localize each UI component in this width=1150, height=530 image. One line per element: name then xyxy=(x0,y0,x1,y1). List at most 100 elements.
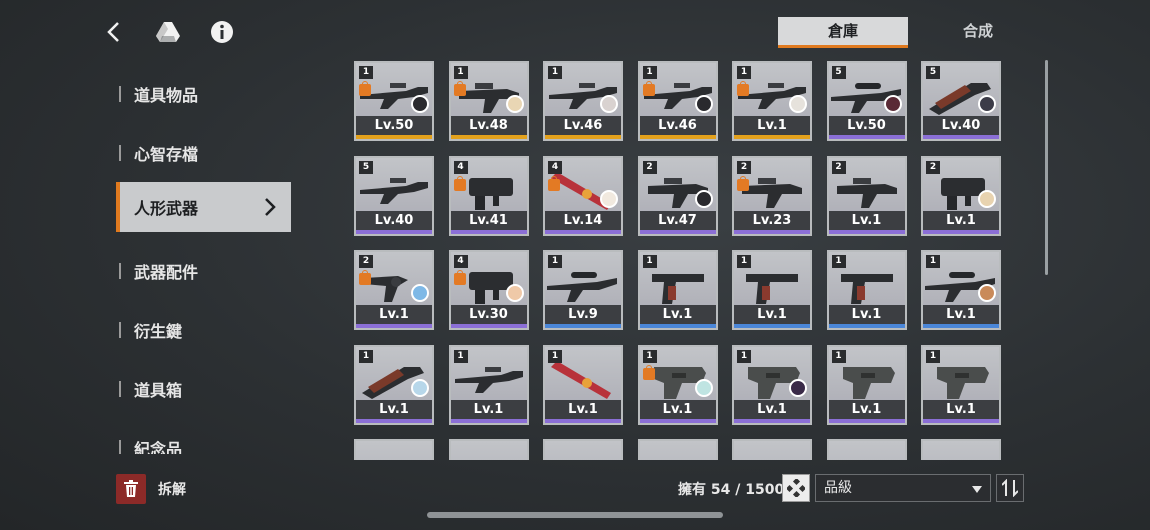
weapon-card[interactable]: 1 Lv.1 xyxy=(354,344,434,425)
weapon-card[interactable]: 1 Lv.1 xyxy=(637,344,718,425)
weapon-card[interactable]: 1 Lv.9 xyxy=(543,250,623,330)
weapon-level: Lv.47 xyxy=(639,210,716,230)
weapon-card[interactable]: 5 Lv.40 xyxy=(354,155,434,236)
weapon-card[interactable] xyxy=(732,439,812,460)
weapon-tier-badge: 1 xyxy=(831,255,846,268)
weapon-card[interactable]: 1 Lv.1 xyxy=(543,344,623,425)
weapon-card[interactable]: 1 Lv.46 xyxy=(637,61,718,141)
dismantle-button[interactable]: 拆解 xyxy=(116,474,186,504)
weapon-tier-badge: 2 xyxy=(642,160,657,174)
home-indicator[interactable] xyxy=(427,512,723,518)
weapon-tier-badge: 5 xyxy=(926,66,940,79)
rarity-bar xyxy=(923,229,999,234)
weapon-card[interactable]: 1 Lv.46 xyxy=(543,61,623,141)
tab-synthesis[interactable]: 合成 xyxy=(913,17,1043,45)
weapon-tier-badge: 1 xyxy=(642,255,657,268)
sort-dropdown[interactable]: 品級 xyxy=(815,474,991,502)
weapon-level: Lv.1 xyxy=(828,305,905,324)
weapon-card[interactable]: 4 Lv.41 xyxy=(448,155,529,236)
weapon-card[interactable]: 1 Lv.1 xyxy=(448,344,529,425)
weapon-level: Lv.50 xyxy=(828,116,905,135)
weapon-card[interactable]: 2 Lv.1 xyxy=(826,155,907,236)
owned-count: 擁有 54 / 1500 xyxy=(678,482,785,498)
sidebar-item-label: 道具箱 xyxy=(134,380,183,400)
trash-icon xyxy=(116,474,146,504)
weapon-tier-badge: 1 xyxy=(548,255,562,268)
weapon-tier-badge: 1 xyxy=(737,255,751,268)
sidebar-item-label: 衍生鍵 xyxy=(134,321,183,341)
dismantle-label: 拆解 xyxy=(158,482,186,498)
tab-warehouse[interactable]: 倉庫 xyxy=(778,17,908,48)
rarity-bar xyxy=(450,229,527,234)
weapon-card[interactable]: 1 Lv.1 xyxy=(921,250,1001,330)
weapon-tier-badge: 1 xyxy=(737,66,751,79)
character-avatar xyxy=(411,95,429,113)
rifle-icon xyxy=(453,447,525,460)
rifle-icon xyxy=(642,447,714,460)
weapon-card[interactable] xyxy=(543,439,623,460)
weapon-card[interactable]: 5 Lv.50 xyxy=(826,61,907,141)
character-avatar xyxy=(978,189,996,208)
lock-icon xyxy=(453,270,466,285)
weapon-card[interactable] xyxy=(921,439,1001,460)
weapon-tier-badge: 1 xyxy=(548,349,562,363)
weapon-card[interactable]: 1 Lv.1 xyxy=(826,344,907,425)
sidebar-item-doll-weapons[interactable]: 人形武器 xyxy=(116,182,291,232)
sidebar-item-weapon-parts[interactable]: 武器配件 xyxy=(116,241,291,300)
weapon-level: Lv.1 xyxy=(734,305,810,324)
weapon-tier-badge: 4 xyxy=(453,160,468,174)
drive-button[interactable] xyxy=(150,14,186,50)
weapon-tier-badge: 4 xyxy=(548,160,562,174)
sidebar-item-items[interactable]: 道具物品 xyxy=(116,64,291,123)
lock-icon xyxy=(359,81,371,96)
weapon-grid: 1 Lv.50 1 Lv.48 1 Lv.46 1 Lv.46 1 Lv.1 5 Lv.50 5 Lv.4… xyxy=(353,60,1013,460)
grid-scrollbar[interactable] xyxy=(1045,60,1048,275)
rarity-bar xyxy=(545,324,621,328)
weapon-card[interactable]: 1 Lv.48 xyxy=(448,61,529,141)
rarity-bar xyxy=(734,418,810,423)
sidebar-item-derived-keys[interactable]: 衍生鍵 xyxy=(116,300,291,359)
lock-icon xyxy=(453,81,466,96)
weapon-card[interactable]: 2 Lv.47 xyxy=(637,155,718,236)
filter-icon xyxy=(787,479,805,497)
character-avatar xyxy=(789,95,807,113)
weapon-card[interactable]: 1 Lv.1 xyxy=(637,250,718,330)
weapon-level: Lv.48 xyxy=(450,116,527,135)
sidebar-item-item-box[interactable]: 道具箱 xyxy=(116,359,291,418)
character-avatar xyxy=(694,189,713,208)
weapon-tier-badge: 1 xyxy=(548,66,562,79)
weapon-card[interactable]: 1 Lv.1 xyxy=(826,250,907,330)
rarity-bar xyxy=(450,135,527,139)
back-button[interactable] xyxy=(96,14,132,50)
weapon-card[interactable]: 2 Lv.23 xyxy=(732,155,812,236)
info-button[interactable] xyxy=(204,14,240,50)
weapon-tier-badge: 1 xyxy=(737,349,751,363)
weapon-card[interactable] xyxy=(448,439,529,460)
character-avatar xyxy=(694,95,713,113)
weapon-card[interactable]: 2 Lv.1 xyxy=(354,250,434,330)
weapon-level: Lv.1 xyxy=(734,116,810,135)
sidebar-item-souvenirs[interactable]: 紀念品 xyxy=(116,418,291,454)
weapon-card[interactable]: 5 Lv.40 xyxy=(921,61,1001,141)
character-avatar xyxy=(600,95,618,113)
rarity-bar xyxy=(828,135,905,139)
weapon-card[interactable] xyxy=(826,439,907,460)
sidebar-item-mind-archive[interactable]: 心智存檔 xyxy=(116,123,291,182)
weapon-card[interactable]: 2 Lv.1 xyxy=(921,155,1001,236)
weapon-card[interactable] xyxy=(354,439,434,460)
weapon-card[interactable]: 4 Lv.30 xyxy=(448,250,529,330)
weapon-card[interactable]: 1 Lv.50 xyxy=(354,61,434,141)
filter-button[interactable] xyxy=(782,474,810,502)
weapon-card[interactable]: 1 Lv.1 xyxy=(732,61,812,141)
weapon-card[interactable]: 1 Lv.1 xyxy=(732,344,812,425)
weapon-card[interactable]: 1 Lv.1 xyxy=(921,344,1001,425)
weapon-card[interactable]: 4 Lv.14 xyxy=(543,155,623,236)
rarity-bar xyxy=(923,324,999,328)
weapon-card[interactable] xyxy=(637,439,718,460)
weapon-level: Lv.40 xyxy=(356,210,432,230)
weapon-level: Lv.23 xyxy=(734,210,810,230)
sort-order-button[interactable] xyxy=(996,474,1024,502)
weapon-level: Lv.30 xyxy=(450,305,527,324)
weapon-card[interactable]: 1 Lv.1 xyxy=(732,250,812,330)
rarity-bar xyxy=(639,324,716,328)
